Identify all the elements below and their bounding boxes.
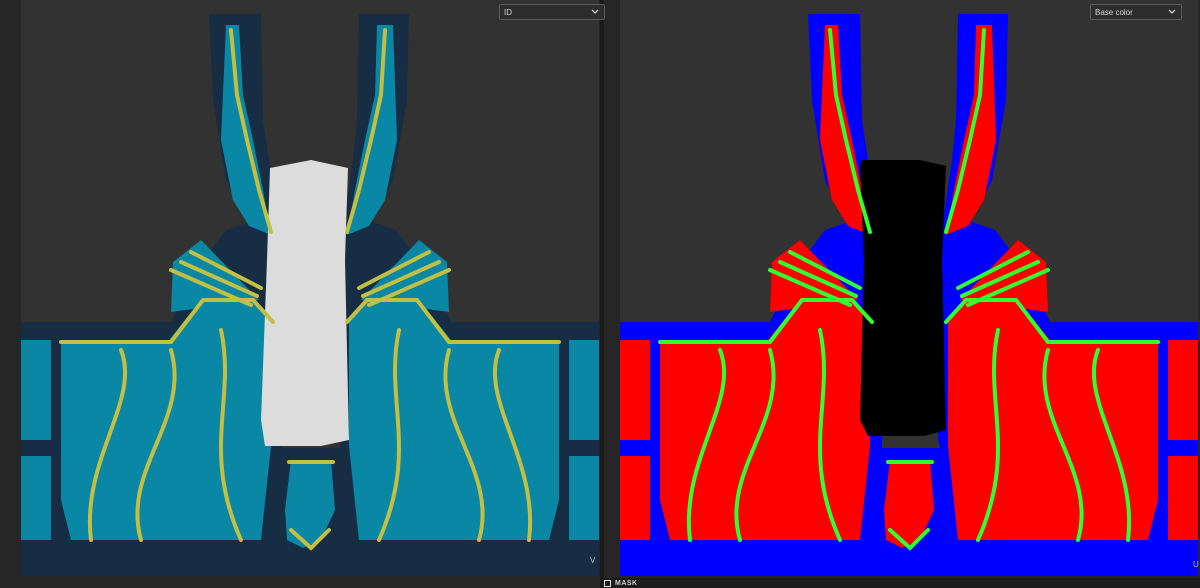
channel-select-right[interactable]: Base color bbox=[1090, 4, 1182, 20]
axis-marker-right: U bbox=[1193, 560, 1199, 569]
channel-select-value: Base color bbox=[1095, 8, 1133, 17]
uv-island bbox=[620, 456, 650, 540]
chevron-down-icon bbox=[591, 9, 599, 14]
uv-island bbox=[620, 340, 650, 440]
axis-marker-left: V bbox=[590, 556, 596, 565]
uv-map-id bbox=[21, 0, 599, 576]
bottom-bar bbox=[604, 578, 1200, 588]
channel-select-value: ID bbox=[504, 8, 512, 17]
uv-island bbox=[569, 340, 599, 440]
uv-island-center bbox=[860, 160, 946, 436]
uv-island bbox=[21, 340, 51, 440]
uv-viewport-id[interactable] bbox=[21, 0, 599, 576]
mask-checkbox[interactable] bbox=[604, 580, 611, 587]
uv-island bbox=[21, 456, 51, 540]
uv-island bbox=[1168, 340, 1198, 440]
uv-island-center bbox=[261, 160, 349, 446]
mask-label: MASK bbox=[615, 580, 638, 587]
channel-select-left[interactable]: ID bbox=[499, 4, 605, 20]
uv-viewport-base-color[interactable] bbox=[620, 0, 1198, 576]
uv-island bbox=[1168, 456, 1198, 540]
panel-divider[interactable] bbox=[600, 0, 604, 588]
uv-map-base-color bbox=[620, 0, 1198, 576]
chevron-down-icon bbox=[1168, 9, 1176, 14]
uv-island bbox=[569, 456, 599, 540]
